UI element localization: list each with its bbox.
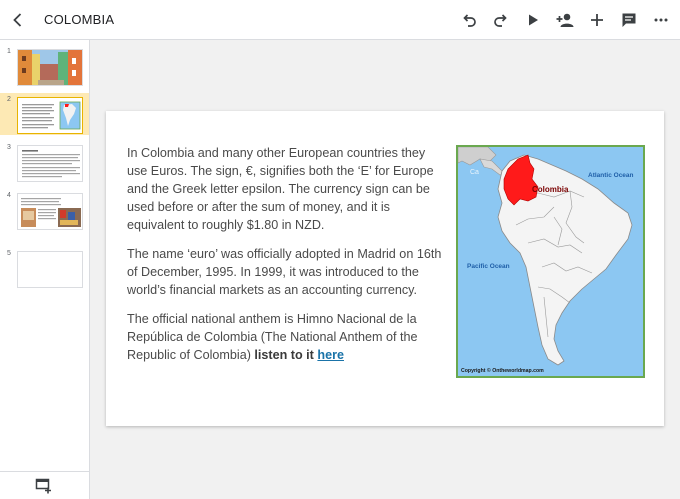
more-icon bbox=[654, 18, 668, 22]
share-person-icon bbox=[556, 13, 574, 27]
back-button[interactable] bbox=[4, 6, 32, 34]
slide-number: 3 bbox=[7, 144, 11, 151]
add-slide-icon bbox=[35, 478, 51, 494]
top-toolbar: COLOMBIA bbox=[0, 0, 680, 40]
slide-number: 4 bbox=[7, 192, 11, 199]
play-icon bbox=[529, 14, 538, 26]
slide-thumbnail-4[interactable]: 4 bbox=[0, 189, 89, 231]
pacific-label: Pacific Ocean bbox=[467, 263, 510, 270]
share-button[interactable] bbox=[553, 8, 577, 32]
redo-button[interactable] bbox=[489, 8, 513, 32]
colombia-label: Colombia bbox=[532, 185, 569, 194]
slide-thumbnail-3[interactable]: 3 bbox=[0, 141, 89, 183]
redo-icon bbox=[494, 14, 507, 27]
insert-button[interactable] bbox=[585, 8, 609, 32]
map-copyright: Copyright © Ontheworldmap.com bbox=[461, 367, 544, 374]
caribbean-label: Ca bbox=[470, 169, 479, 176]
slide-panel: 1 2 3 4 5 bbox=[0, 40, 90, 499]
paragraph-anthem: The official national anthem is Himno Na… bbox=[127, 310, 445, 364]
slide-thumbnail-5[interactable]: 5 bbox=[0, 247, 89, 289]
south-america-map: Ca Colombia Atlantic Ocean Pacific Ocean… bbox=[456, 145, 645, 378]
chevron-left-icon bbox=[13, 13, 22, 27]
comment-icon bbox=[622, 13, 636, 27]
thumbnail-image bbox=[17, 145, 83, 182]
slide-canvas[interactable]: In Colombia and many other European coun… bbox=[106, 111, 664, 426]
undo-button[interactable] bbox=[457, 8, 481, 32]
slide-text-box[interactable]: In Colombia and many other European coun… bbox=[127, 144, 445, 375]
thumbnail-image bbox=[17, 49, 83, 86]
paragraph-euro-history: The name ‘euro’ was officially adopted i… bbox=[127, 247, 442, 297]
slide-thumbnail-2[interactable]: 2 bbox=[0, 93, 89, 135]
more-button[interactable] bbox=[649, 8, 673, 32]
undo-icon bbox=[463, 14, 476, 27]
thumbnail-image bbox=[17, 97, 83, 134]
new-slide-button[interactable] bbox=[35, 478, 53, 494]
thumbnail-image bbox=[17, 193, 83, 230]
paragraph-currency: In Colombia and many other European coun… bbox=[127, 146, 434, 232]
atlantic-label: Atlantic Ocean bbox=[588, 172, 634, 179]
thumbnail-image bbox=[17, 251, 83, 288]
present-button[interactable] bbox=[521, 8, 545, 32]
listen-label: listen to it bbox=[254, 348, 314, 362]
slide-number: 1 bbox=[7, 48, 11, 55]
comment-button[interactable] bbox=[617, 8, 641, 32]
sidebar-footer bbox=[0, 471, 89, 499]
document-title: COLOMBIA bbox=[44, 12, 115, 27]
slide-thumbnail-1[interactable]: 1 bbox=[0, 45, 89, 87]
slide-number: 2 bbox=[7, 96, 11, 103]
slide-number: 5 bbox=[7, 250, 11, 257]
anthem-link[interactable]: here bbox=[317, 348, 344, 362]
add-icon bbox=[591, 14, 603, 26]
